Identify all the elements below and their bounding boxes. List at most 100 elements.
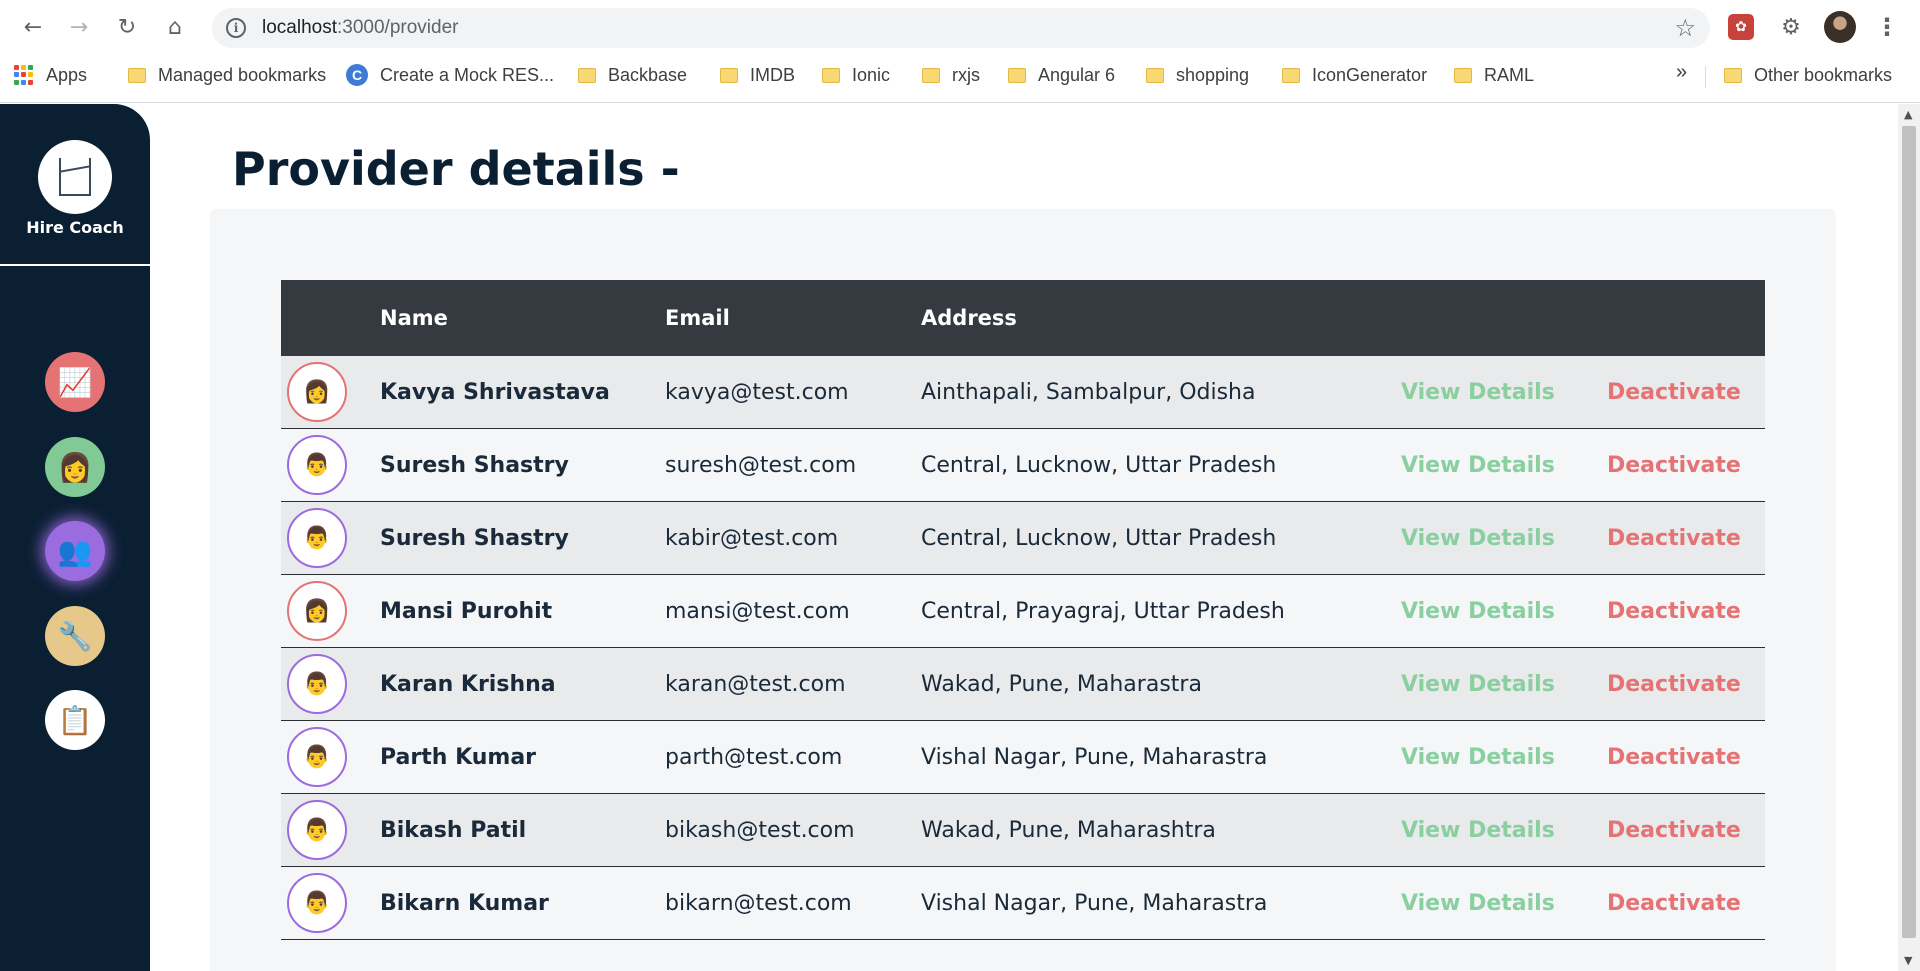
deactivate-link[interactable]: Deactivate	[1607, 891, 1765, 916]
kebab-menu-icon[interactable]: ⋮	[1872, 12, 1902, 42]
view-details-link[interactable]: View Details	[1401, 599, 1607, 624]
male-avatar-icon: 👨	[287, 727, 347, 787]
browser-toolbar: ← → ↻ ⌂ i localhost:3000/provider ☆ ✿ ⚙ …	[0, 0, 1920, 56]
nav-tools[interactable]: 🔧	[45, 606, 105, 666]
bookmark-label: Create a Mock RES...	[380, 64, 555, 85]
bookmark-item[interactable]: Backbase	[578, 61, 687, 89]
bookmark-item[interactable]: RAML	[1454, 61, 1534, 89]
back-icon[interactable]: ←	[16, 10, 50, 44]
view-details-link[interactable]: View Details	[1401, 672, 1607, 697]
header-address: Address	[921, 306, 1017, 330]
deactivate-link[interactable]: Deactivate	[1607, 818, 1765, 843]
deactivate-link[interactable]: Deactivate	[1607, 599, 1765, 624]
bookmark-label: Angular 6	[1038, 64, 1116, 85]
avatar-cell: 👨	[281, 873, 380, 933]
bookmarks-bar: Apps Managed bookmarks C Create a Mock RES.…	[0, 56, 1920, 94]
view-details-link[interactable]: View Details	[1401, 380, 1607, 405]
site-favicon-icon: C	[346, 64, 368, 86]
bookmark-item[interactable]: C Create a Mock RES...	[346, 61, 554, 89]
male-avatar-icon: 👨	[287, 435, 347, 495]
provider-name: Suresh Shastry	[380, 525, 569, 551]
brand-name: Hire Coach	[26, 218, 124, 237]
avatar-cell: 👩	[281, 581, 380, 641]
bookmarks-overflow-button[interactable]: »	[1676, 61, 1687, 84]
other-bookmarks[interactable]: Other bookmarks	[1724, 61, 1892, 89]
folder-icon	[128, 67, 146, 83]
provider-address: Central, Prayagraj, Uttar Pradesh	[921, 598, 1285, 624]
view-details-link[interactable]: View Details	[1401, 526, 1607, 551]
deactivate-link[interactable]: Deactivate	[1607, 745, 1765, 770]
table-header: Name Email Address	[281, 280, 1765, 356]
bookmark-item[interactable]: Ionic	[822, 61, 890, 89]
provider-address: Ainthapali, Sambalpur, Odisha	[921, 379, 1256, 405]
folder-icon	[1146, 67, 1164, 83]
table-row: 👨 Bikarn Kumar bikarn@test.com Vishal Nagar…	[281, 867, 1765, 940]
provider-address: Central, Lucknow, Uttar Pradesh	[921, 525, 1277, 551]
provider-name: Kavya Shrivastava	[380, 379, 610, 405]
deactivate-link[interactable]: Deactivate	[1607, 380, 1765, 405]
scroll-thumb[interactable]	[1902, 126, 1916, 938]
provider-address: Wakad, Pune, Maharashtra	[921, 817, 1216, 843]
logo-mark-icon	[59, 158, 91, 196]
bookmark-item[interactable]: shopping	[1146, 61, 1249, 89]
bookmark-label: Managed bookmarks	[158, 64, 327, 85]
address-bar[interactable]: i localhost:3000/provider ☆	[212, 8, 1710, 48]
profile-avatar[interactable]	[1824, 11, 1856, 43]
bookmark-label: Ionic	[852, 64, 891, 85]
table-row: 👩 Kavya Shrivastava kavya@test.com Ainthapa…	[281, 356, 1765, 429]
home-icon[interactable]: ⌂	[158, 10, 192, 44]
info-icon[interactable]: i	[226, 18, 246, 38]
bookmark-label: shopping	[1176, 64, 1250, 85]
page-content: Hire Coach 📈 👩 👥 🔧 📋 Provider details - …	[0, 104, 1898, 971]
bookmark-item[interactable]: IconGenerator	[1282, 61, 1427, 89]
presentation-icon: 📈	[57, 365, 93, 399]
scroll-down-icon[interactable]: ▼	[1904, 954, 1912, 967]
nav-providers[interactable]: 👥	[45, 521, 105, 581]
nav-presentation[interactable]: 📈	[45, 352, 105, 412]
provider-email: suresh@test.com	[665, 452, 857, 478]
bookmark-label: rxjs	[952, 64, 980, 85]
nav-dashboard[interactable]: 📋	[45, 690, 105, 750]
puzzle-icon[interactable]: ⚙	[1776, 12, 1806, 42]
male-avatar-icon: 👨	[287, 508, 347, 568]
extension-icon[interactable]: ✿	[1728, 14, 1754, 40]
view-details-link[interactable]: View Details	[1401, 891, 1607, 916]
folder-icon	[1008, 67, 1026, 83]
view-details-link[interactable]: View Details	[1401, 453, 1607, 478]
star-icon[interactable]: ☆	[1674, 14, 1696, 42]
bookmark-item[interactable]: Managed bookmarks	[128, 61, 326, 89]
table-body: 👩 Kavya Shrivastava kavya@test.com Ainthapa…	[281, 356, 1765, 940]
table-row: 👨 Parth Kumar parth@test.com Vishal Nagar, …	[281, 721, 1765, 794]
table-row: 👨 Suresh Shastry kabir@test.com Central, Lu…	[281, 502, 1765, 575]
bookmark-item[interactable]: rxjs	[922, 61, 980, 89]
logo[interactable]	[38, 140, 112, 214]
sidebar-divider	[0, 264, 150, 266]
deactivate-link[interactable]: Deactivate	[1607, 453, 1765, 478]
table-row: 👨 Karan Krishna karan@test.com Wakad, Pune,…	[281, 648, 1765, 721]
bookmark-item[interactable]: Apps	[14, 61, 87, 89]
page-title: Provider details -	[232, 142, 680, 196]
bookmark-item[interactable]: IMDB	[720, 61, 795, 89]
reload-icon[interactable]: ↻	[110, 10, 144, 44]
url-host: localhost	[262, 17, 337, 38]
deactivate-link[interactable]: Deactivate	[1607, 526, 1765, 551]
url-text[interactable]: localhost:3000/provider	[262, 17, 458, 39]
nav-coach[interactable]: 👩	[45, 437, 105, 497]
male-avatar-icon: 👨	[287, 873, 347, 933]
provider-name: Bikash Patil	[380, 817, 527, 843]
provider-address: Vishal Nagar, Pune, Maharastra	[921, 744, 1268, 770]
apps-grid-icon	[14, 65, 34, 85]
deactivate-link[interactable]: Deactivate	[1607, 672, 1765, 697]
provider-panel: Name Email Address 👩 Kavya Shrivastava kav…	[210, 209, 1836, 971]
view-details-link[interactable]: View Details	[1401, 745, 1607, 770]
page-scrollbar[interactable]: ▲ ▼	[1898, 104, 1920, 971]
forward-icon[interactable]: →	[62, 10, 96, 44]
bookmark-item[interactable]: Angular 6	[1008, 61, 1115, 89]
view-details-link[interactable]: View Details	[1401, 818, 1607, 843]
scroll-up-icon[interactable]: ▲	[1904, 108, 1912, 121]
url-path: :3000/provider	[337, 17, 459, 38]
female-avatar-icon: 👩	[287, 581, 347, 641]
avatar-cell: 👨	[281, 508, 380, 568]
avatar-cell: 👨	[281, 435, 380, 495]
header-name: Name	[380, 306, 448, 330]
